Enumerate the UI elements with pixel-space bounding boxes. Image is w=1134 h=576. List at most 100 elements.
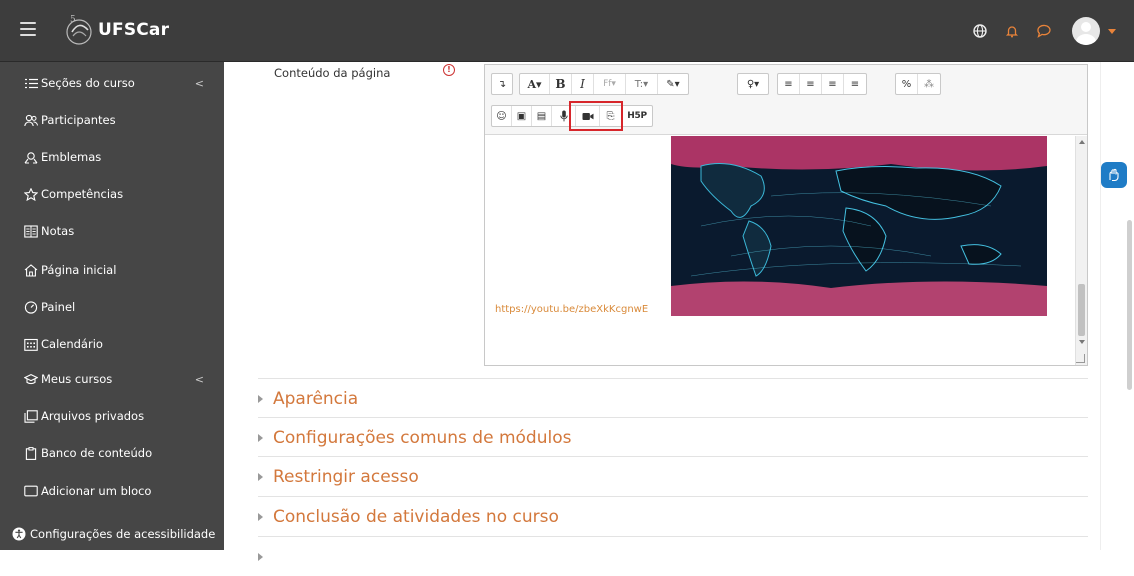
sidebar-item-label: Meus cursos	[41, 372, 113, 386]
page-scrollbar[interactable]	[1127, 220, 1132, 390]
scroll-down-icon[interactable]	[1079, 340, 1085, 344]
expand-arrow-icon	[258, 394, 263, 403]
vlibras-hands-icon[interactable]	[1101, 162, 1127, 188]
toolbar-ordered-list-button[interactable]: ≡	[800, 74, 822, 94]
people-icon	[24, 113, 38, 127]
editor-scroll-thumb[interactable]	[1078, 284, 1085, 336]
sidebar-item-painel[interactable]: Painel	[0, 292, 224, 322]
section-aparencia[interactable]: Aparência	[258, 378, 1088, 418]
sidebar-item-label: Seções do curso	[41, 76, 135, 90]
toolbar-italic-button[interactable]: I	[572, 74, 594, 94]
expand-arrow-icon	[258, 433, 263, 442]
messages-chat-icon[interactable]	[1028, 16, 1060, 46]
sidebar-item-label: Competências	[41, 187, 124, 201]
editor-content-area[interactable]: https://youtu.be/zbeXkKcgnwE	[485, 136, 1087, 365]
graduation-cap-icon	[24, 372, 38, 386]
sidebar-item-emblemas[interactable]: Emblemas	[0, 142, 224, 172]
sidebar-item-label: Participantes	[41, 113, 116, 127]
top-navbar: 5 UFSCar	[0, 0, 1134, 62]
toolbar-emoji-button[interactable]: ☺	[492, 106, 512, 126]
sidebar-item-secoes[interactable]: Seções do curso <	[0, 68, 224, 98]
expand-arrow-icon	[258, 472, 263, 481]
scroll-up-icon[interactable]	[1079, 140, 1085, 144]
brand-name: UFSCar	[98, 20, 170, 40]
editor-scrollbar[interactable]	[1075, 136, 1087, 365]
sidebar-item-calendario[interactable]: Calendário	[0, 329, 224, 359]
section-title: Configurações comuns de módulos	[273, 427, 572, 448]
sidebar-item-label: Banco de conteúdo	[41, 446, 153, 460]
chevron-left-icon[interactable]: <	[195, 77, 204, 90]
sidebar-item-arquivos-privados[interactable]: Arquivos privados	[0, 401, 224, 431]
notification-bell-icon[interactable]	[996, 16, 1028, 46]
course-sidebar: Seções do curso < Participantes Emblemas…	[0, 62, 224, 550]
toolbar-unlink-button[interactable]: ⁂	[918, 74, 940, 94]
toolbar-bold-button[interactable]: B	[550, 74, 572, 94]
section-partial[interactable]	[258, 536, 1088, 576]
sidebar-item-meus-cursos[interactable]: Meus cursos <	[0, 364, 224, 394]
menu-icon[interactable]	[20, 22, 36, 36]
recording-buttons-highlight	[569, 101, 623, 131]
sidebar-item-label: Notas	[41, 224, 75, 238]
section-restringir-acesso[interactable]: Restringir acesso	[258, 456, 1088, 496]
resize-grip-icon[interactable]	[1076, 354, 1085, 363]
world-map-image	[671, 136, 1047, 316]
toolbar-unordered-list-button[interactable]: ≡	[778, 74, 800, 94]
toolbar-link-button[interactable]: %	[896, 74, 918, 94]
toolbar-collapse-button[interactable]: ↴	[492, 74, 512, 94]
section-conclusao-atividades[interactable]: Conclusão de atividades no curso	[258, 496, 1088, 536]
microphone-icon	[559, 110, 568, 122]
sidebar-item-label: Configurações de acessibilidade	[30, 527, 216, 541]
block-icon	[24, 484, 38, 498]
main-content: Conteúdo da página ! ↴ A▾ B I Ff▾ T:▾ ✎▾…	[224, 62, 1100, 561]
language-globe-icon[interactable]	[964, 16, 996, 46]
sidebar-item-banco-conteudo[interactable]: Banco de conteúdo	[0, 438, 224, 468]
svg-text:5: 5	[70, 15, 76, 25]
toolbar-media-button[interactable]: ▤	[532, 106, 552, 126]
chevron-left-icon[interactable]: <	[195, 373, 204, 386]
sidebar-item-pagina-inicial[interactable]: Página inicial	[0, 255, 224, 285]
toolbar-font-family-button[interactable]: Ff▾	[594, 74, 626, 94]
toolbar-accessibility-button[interactable]: ♀▾	[738, 74, 768, 94]
page-content-label: Conteúdo da página	[274, 66, 391, 80]
toolbar-indent-button[interactable]: ≡	[822, 74, 844, 94]
sidebar-item-label: Página inicial	[41, 263, 117, 277]
list-icon	[24, 76, 38, 90]
toolbar-group-links: % ⁂	[895, 73, 941, 95]
sidebar-item-notas[interactable]: Notas	[0, 216, 224, 246]
toolbar-outdent-button[interactable]: ≡	[844, 74, 866, 94]
badge-icon	[24, 150, 38, 164]
toolbar-text-color-button[interactable]: ✎▾	[658, 74, 688, 94]
toolbar-h5p-button[interactable]: H5P	[622, 106, 652, 126]
video-link[interactable]: https://youtu.be/zbeXkKcgnwE	[495, 304, 648, 315]
home-icon	[24, 263, 38, 277]
sidebar-item-label: Adicionar um bloco	[41, 484, 152, 498]
toolbar-group-lists: ≡ ≡ ≡ ≡	[777, 73, 867, 95]
user-avatar[interactable]	[1072, 17, 1100, 45]
star-icon	[24, 187, 38, 201]
calendar-icon	[24, 337, 38, 351]
sidebar-item-competencias[interactable]: Competências	[0, 179, 224, 209]
required-icon: !	[443, 64, 455, 76]
sidebar-item-label: Calendário	[41, 337, 103, 351]
dashboard-icon	[24, 300, 38, 314]
sidebar-item-participantes[interactable]: Participantes	[0, 105, 224, 135]
toolbar-image-button[interactable]: ▣	[512, 106, 532, 126]
section-configuracoes-comuns[interactable]: Configurações comuns de módulos	[258, 417, 1088, 457]
section-title: Conclusão de atividades no curso	[273, 506, 559, 527]
user-menu-caret-icon[interactable]	[1108, 28, 1116, 34]
expand-arrow-icon	[258, 512, 263, 521]
sidebar-item-acessibilidade[interactable]: Configurações de acessibilidade	[0, 519, 224, 549]
editor-toolbar: ↴ A▾ B I Ff▾ T:▾ ✎▾ ♀▾ ≡ ≡ ≡ ≡ % ⁂ ☺ ▣ ▤…	[485, 65, 1087, 135]
sidebar-item-adicionar-bloco[interactable]: Adicionar um bloco	[0, 476, 224, 506]
clipboard-icon	[24, 446, 38, 460]
rich-text-editor[interactable]: ↴ A▾ B I Ff▾ T:▾ ✎▾ ♀▾ ≡ ≡ ≡ ≡ % ⁂ ☺ ▣ ▤…	[484, 64, 1088, 366]
toolbar-group-accessibility: ♀▾	[737, 73, 769, 95]
sidebar-item-label: Arquivos privados	[41, 409, 145, 423]
toolbar-paragraph-style-button[interactable]: A▾	[520, 74, 550, 94]
toolbar-font-size-button[interactable]: T:▾	[626, 74, 658, 94]
files-icon	[24, 409, 38, 423]
gradebook-icon	[24, 224, 38, 238]
ufscar-emblem-icon: 5	[66, 15, 92, 45]
site-logo[interactable]: 5 UFSCar	[64, 14, 169, 48]
accessibility-icon	[12, 527, 26, 541]
